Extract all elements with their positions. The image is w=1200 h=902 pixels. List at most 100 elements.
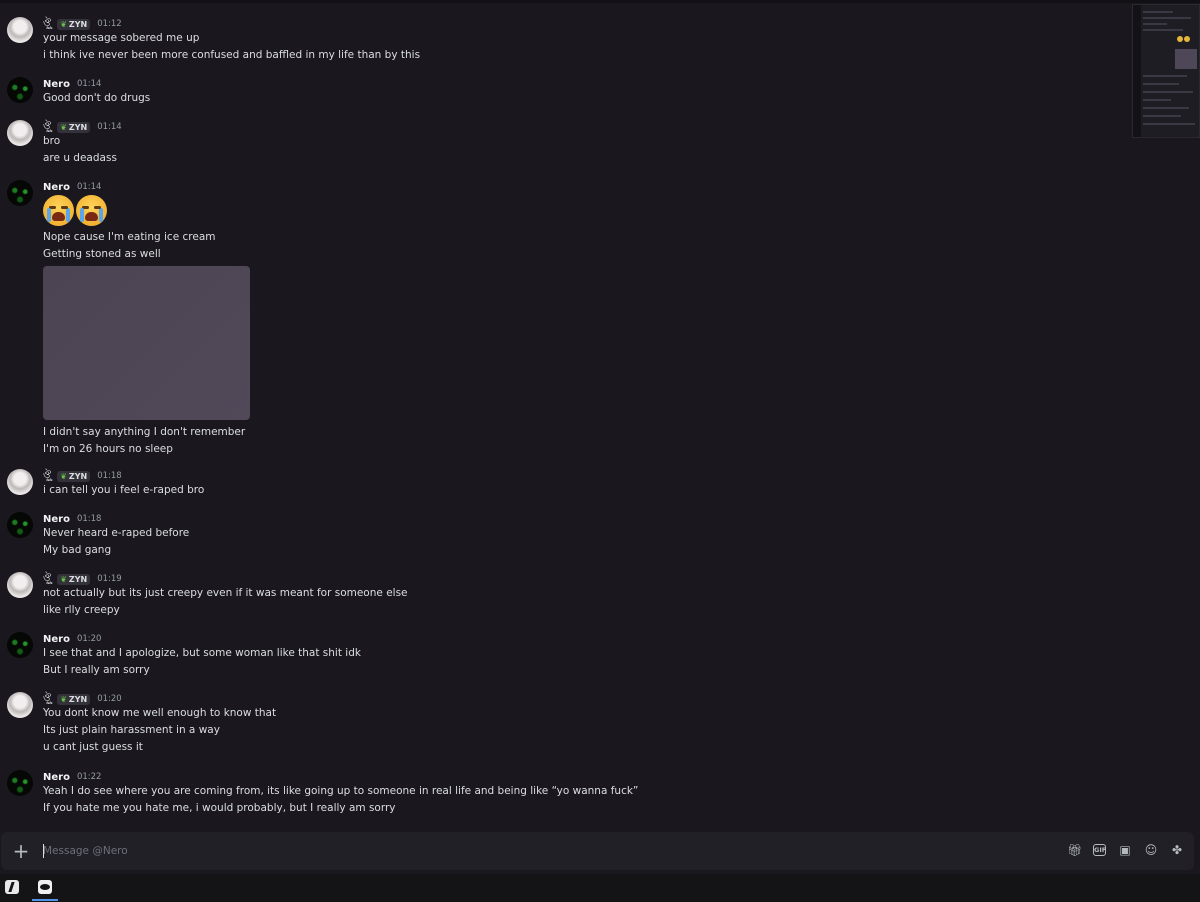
username[interactable]: ঔৣ: [43, 16, 52, 33]
message-header: ঔৣ ❦ ZYN 01:18: [43, 469, 122, 483]
avatar[interactable]: [7, 77, 33, 103]
emoji-icon[interactable]: ☺: [1144, 843, 1158, 857]
username[interactable]: ঔৣ: [43, 691, 52, 708]
composer-tools: 🎁︎ GIF ▣ ☺ ✤: [1067, 843, 1184, 857]
avatar[interactable]: [7, 692, 33, 718]
username[interactable]: Nero: [43, 634, 70, 645]
server-tag-label: ZYN: [68, 574, 88, 584]
timestamp: 01:18: [97, 471, 122, 481]
preview-image: [1175, 49, 1197, 69]
server-tag-label: ZYN: [68, 19, 88, 29]
preview-line: [1143, 23, 1167, 25]
avatar[interactable]: [7, 572, 33, 598]
timestamp: 01:14: [76, 79, 102, 89]
message-text: are u deadass: [43, 152, 117, 164]
message-text: like rlly creepy: [43, 604, 120, 616]
avatar[interactable]: [7, 120, 33, 146]
message-header: Nero 01:20: [43, 632, 101, 646]
timestamp: 01:18: [76, 514, 102, 524]
timestamp: 01:20: [97, 694, 122, 704]
apps-icon[interactable]: ✤: [1170, 843, 1184, 857]
server-tag-badge[interactable]: ❦ ZYN: [57, 470, 91, 482]
message-header: Nero 01:14: [43, 180, 101, 194]
username[interactable]: ঔৣ: [43, 119, 52, 136]
preview-line: [1143, 91, 1193, 93]
preview-sidebar: [1133, 5, 1141, 137]
preview-line: [1143, 115, 1181, 117]
server-tag-badge[interactable]: ❦ ZYN: [57, 573, 91, 585]
preview-line: [1143, 107, 1189, 109]
server-tag-badge[interactable]: ❦ ZYN: [57, 18, 91, 30]
avatar[interactable]: [7, 512, 33, 538]
timestamp: 01:12: [97, 19, 122, 29]
leaf-icon: ❦: [60, 574, 67, 584]
taskbar-active-indicator: [32, 899, 58, 901]
message-header: ঔৣ ❦ ZYN 01:12: [43, 17, 122, 31]
message-text: bro: [43, 135, 61, 147]
message-header: Nero 01:14: [43, 77, 101, 91]
loudly-crying-face-icon[interactable]: [76, 195, 107, 226]
message-header: ঔৣ ❦ ZYN 01:19: [43, 572, 122, 586]
avatar[interactable]: [7, 469, 33, 495]
server-tag-badge[interactable]: ❦ ZYN: [57, 121, 91, 133]
preview-line: [1143, 75, 1187, 77]
leaf-icon: ❦: [60, 19, 67, 29]
timestamp: 01:14: [76, 182, 102, 192]
message-text: But I really am sorry: [43, 664, 150, 676]
attach-plus-icon[interactable]: +: [11, 841, 31, 861]
timestamp: 01:20: [76, 634, 102, 644]
message-text: You dont know me well enough to know tha…: [43, 707, 277, 719]
server-tag-label: ZYN: [68, 122, 88, 132]
preview-line: [1143, 17, 1191, 19]
message-text: My bad gang: [43, 544, 112, 556]
username[interactable]: Nero: [43, 182, 70, 193]
message-text: Never heard e-raped before: [43, 527, 190, 539]
avatar[interactable]: [7, 17, 33, 43]
message-text: I didn't say anything I don't remember: [43, 426, 246, 438]
username[interactable]: Nero: [43, 514, 70, 525]
screen-share-preview-thumbnail[interactable]: [1132, 4, 1200, 138]
message-text: not actually but its just creepy even if…: [43, 587, 408, 599]
message-header: Nero 01:22: [43, 770, 101, 784]
message-text: your message sobered me up: [43, 32, 200, 44]
message-text: If you hate me you hate me, i would prob…: [43, 802, 396, 814]
message-header: Nero 01:18: [43, 512, 101, 526]
username[interactable]: ঔৣ: [43, 468, 52, 485]
timestamp: 01:19: [97, 574, 122, 584]
emoji-row: [43, 195, 107, 226]
app-launcher-icon[interactable]: [5, 880, 19, 894]
username[interactable]: ঔৣ: [43, 571, 52, 588]
preview-line: [1143, 123, 1195, 125]
preview-line: [1143, 83, 1179, 85]
message-text: i think ive never been more confused and…: [43, 49, 421, 61]
sticker-icon[interactable]: ▣: [1118, 843, 1132, 857]
message-text: Good don't do drugs: [43, 92, 151, 104]
text-caret: [43, 844, 44, 858]
server-tag-label: ZYN: [68, 471, 88, 481]
preview-emoji: [1184, 36, 1190, 42]
message-text: I see that and I apologize, but some wom…: [43, 647, 361, 659]
message-text: Nope cause I'm eating ice cream: [43, 231, 216, 243]
avatar[interactable]: [7, 770, 33, 796]
gift-icon[interactable]: 🎁︎: [1067, 843, 1082, 857]
preview-line: [1143, 29, 1183, 31]
message-header: ঔৣ ❦ ZYN 01:14: [43, 120, 122, 134]
preview-line: [1143, 11, 1173, 13]
avatar[interactable]: [7, 180, 33, 206]
message-header: ঔৣ ❦ ZYN 01:20: [43, 692, 122, 706]
gif-button[interactable]: GIF: [1093, 844, 1106, 856]
message-list[interactable]: ঔৣ ❦ ZYN 01:12 your message sobered me up…: [0, 3, 1200, 829]
username[interactable]: Nero: [43, 772, 70, 783]
loudly-crying-face-icon[interactable]: [43, 195, 74, 226]
image-attachment[interactable]: [43, 266, 250, 420]
server-tag-badge[interactable]: ❦ ZYN: [57, 693, 91, 705]
preview-line: [1143, 99, 1171, 101]
discord-icon[interactable]: [38, 880, 52, 894]
message-text: u cant just guess it: [43, 741, 143, 753]
avatar[interactable]: [7, 632, 33, 658]
leaf-icon: ❦: [60, 122, 67, 132]
message-text: Yeah I do see where you are coming from,…: [43, 785, 639, 797]
username[interactable]: Nero: [43, 79, 70, 90]
leaf-icon: ❦: [60, 471, 67, 481]
message-input[interactable]: [43, 841, 1043, 861]
